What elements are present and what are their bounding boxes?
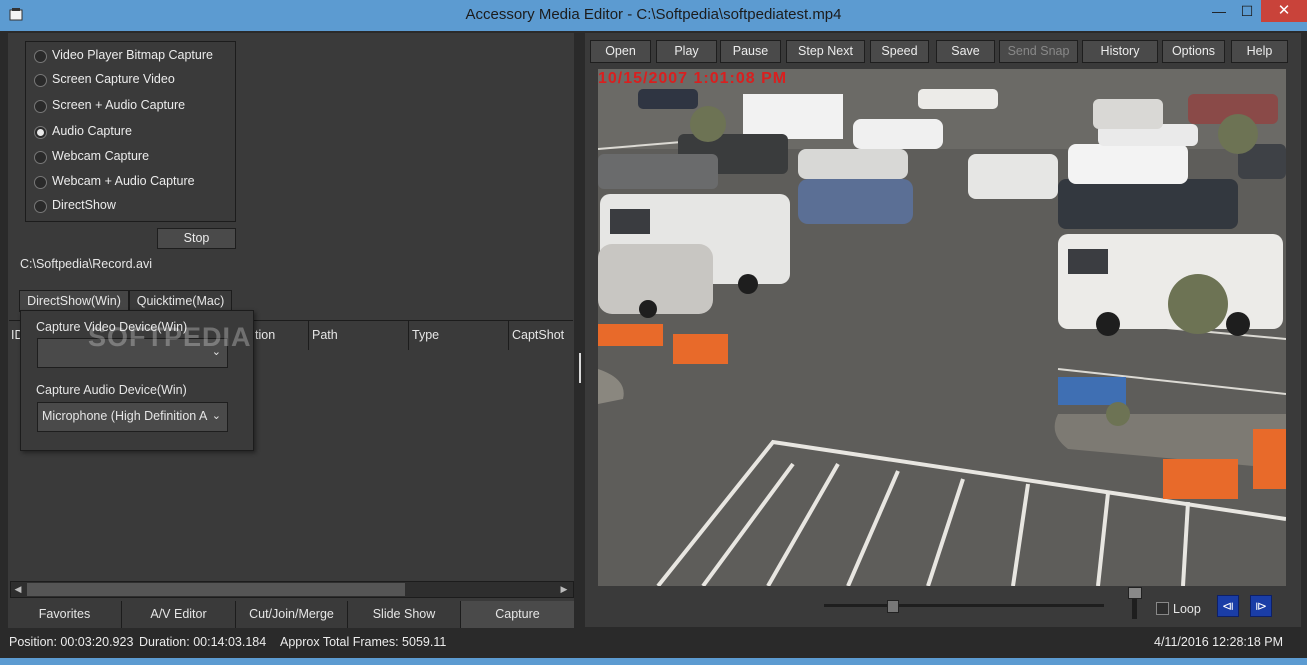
radio-button-icon[interactable] — [34, 151, 47, 164]
skip-to-start-icon[interactable]: ⧏ — [1217, 595, 1239, 617]
loop-label: Loop — [1173, 602, 1201, 616]
radio-button-icon[interactable] — [34, 176, 47, 189]
output-file-path: C:\Softpedia\Record.avi — [20, 257, 153, 271]
radio-button-icon[interactable] — [34, 50, 47, 63]
horizontal-scrollbar[interactable]: ◀ ▶ — [10, 581, 574, 598]
stop-button[interactable]: Stop — [157, 228, 236, 249]
column-header-type[interactable]: Type — [408, 321, 508, 350]
column-header-description[interactable]: tion — [252, 321, 308, 350]
radio-button-icon[interactable] — [34, 100, 47, 113]
radio-video-player-bitmap-capture[interactable]: Video Player Bitmap Capture — [26, 45, 226, 67]
tab-favorites[interactable]: Favorites — [8, 601, 122, 628]
radio-button-selected-icon[interactable] — [34, 126, 47, 139]
radio-button-icon[interactable] — [34, 200, 47, 213]
options-button[interactable]: Options — [1162, 40, 1225, 63]
save-button[interactable]: Save — [936, 40, 995, 63]
seek-slider-thumb[interactable] — [887, 600, 899, 613]
window-bottom-border — [0, 658, 1307, 665]
status-duration: Duration: 00:14:03.184 — [139, 635, 267, 649]
minimize-button[interactable]: — — [1205, 0, 1233, 22]
radio-label: Video Player Bitmap Capture — [52, 48, 213, 62]
radio-directshow[interactable]: DirectShow — [26, 195, 226, 217]
tab-capture[interactable]: Capture — [461, 601, 574, 628]
seek-slider-track[interactable] — [824, 604, 1104, 607]
scroll-left-icon[interactable]: ◀ — [11, 582, 25, 597]
video-frame[interactable] — [598, 69, 1286, 586]
video-timestamp: 10/15/2007 1:01:08 PM — [598, 70, 788, 87]
capture-mode-group: Video Player Bitmap Capture Screen Captu… — [25, 41, 236, 222]
panel-splitter[interactable] — [575, 33, 585, 627]
history-button[interactable]: History — [1082, 40, 1158, 63]
close-button[interactable]: ✕ — [1261, 0, 1307, 22]
play-button[interactable]: Play — [656, 40, 717, 63]
scroll-right-icon[interactable]: ▶ — [557, 582, 571, 597]
step-next-button[interactable]: Step Next — [786, 40, 865, 63]
help-button[interactable]: Help — [1231, 40, 1288, 63]
pause-button[interactable]: Pause — [720, 40, 781, 63]
radio-label: Webcam + Audio Capture — [52, 174, 195, 188]
radio-webcam-audio-capture[interactable]: Webcam + Audio Capture — [26, 171, 226, 193]
radio-label: Screen + Audio Capture — [52, 98, 186, 112]
tab-slide-show[interactable]: Slide Show — [348, 601, 461, 628]
splitter-grip-icon — [579, 353, 581, 383]
loop-checkbox[interactable] — [1156, 602, 1169, 615]
radio-label: Audio Capture — [52, 124, 132, 138]
tab-quicktime[interactable]: Quicktime(Mac) — [129, 290, 232, 312]
capture-audio-device-label: Capture Audio Device(Win) — [36, 383, 187, 397]
tab-av-editor[interactable]: A/V Editor — [122, 601, 236, 628]
scrollbar-thumb[interactable] — [27, 583, 405, 596]
title-bar: Accessory Media Editor - C:\Softpedia\so… — [0, 0, 1307, 31]
window-title: Accessory Media Editor - C:\Softpedia\so… — [465, 6, 842, 23]
radio-label: Webcam Capture — [52, 149, 150, 163]
volume-slider-thumb[interactable] — [1128, 587, 1142, 599]
maximize-button[interactable]: ☐ — [1233, 0, 1261, 22]
tab-cut-join-merge[interactable]: Cut/Join/Merge — [236, 601, 348, 628]
status-total-frames: Approx Total Frames: 5059.11 — [280, 635, 447, 649]
status-datetime: 4/11/2016 12:28:18 PM — [1154, 635, 1284, 649]
radio-audio-capture[interactable]: Audio Capture — [26, 121, 226, 143]
select-value: Microphone (High Definition A — [42, 409, 208, 423]
chevron-down-icon: ⌄ — [211, 410, 221, 422]
radio-screen-audio-capture[interactable]: Screen + Audio Capture — [26, 95, 226, 117]
send-snap-button[interactable]: Send Snap — [999, 40, 1078, 63]
radio-label: DirectShow — [52, 198, 116, 212]
radio-button-icon[interactable] — [34, 74, 47, 87]
status-position: Position: 00:03:20.923 — [9, 635, 134, 649]
tab-directshow[interactable]: DirectShow(Win) — [19, 290, 129, 312]
capture-audio-device-select[interactable]: Microphone (High Definition A ⌄ — [37, 402, 228, 432]
column-header-path[interactable]: Path — [308, 321, 408, 350]
speed-button[interactable]: Speed — [870, 40, 929, 63]
column-header-captshot[interactable]: CaptShot — [508, 321, 573, 350]
radio-webcam-capture[interactable]: Webcam Capture — [26, 146, 226, 168]
skip-to-end-icon[interactable]: ⧐ — [1250, 595, 1272, 617]
watermark-logo: SOFTPEDIA — [88, 322, 252, 352]
open-button[interactable]: Open — [590, 40, 651, 63]
radio-label: Screen Capture Video — [52, 72, 175, 86]
radio-screen-capture-video[interactable]: Screen Capture Video — [26, 69, 226, 91]
